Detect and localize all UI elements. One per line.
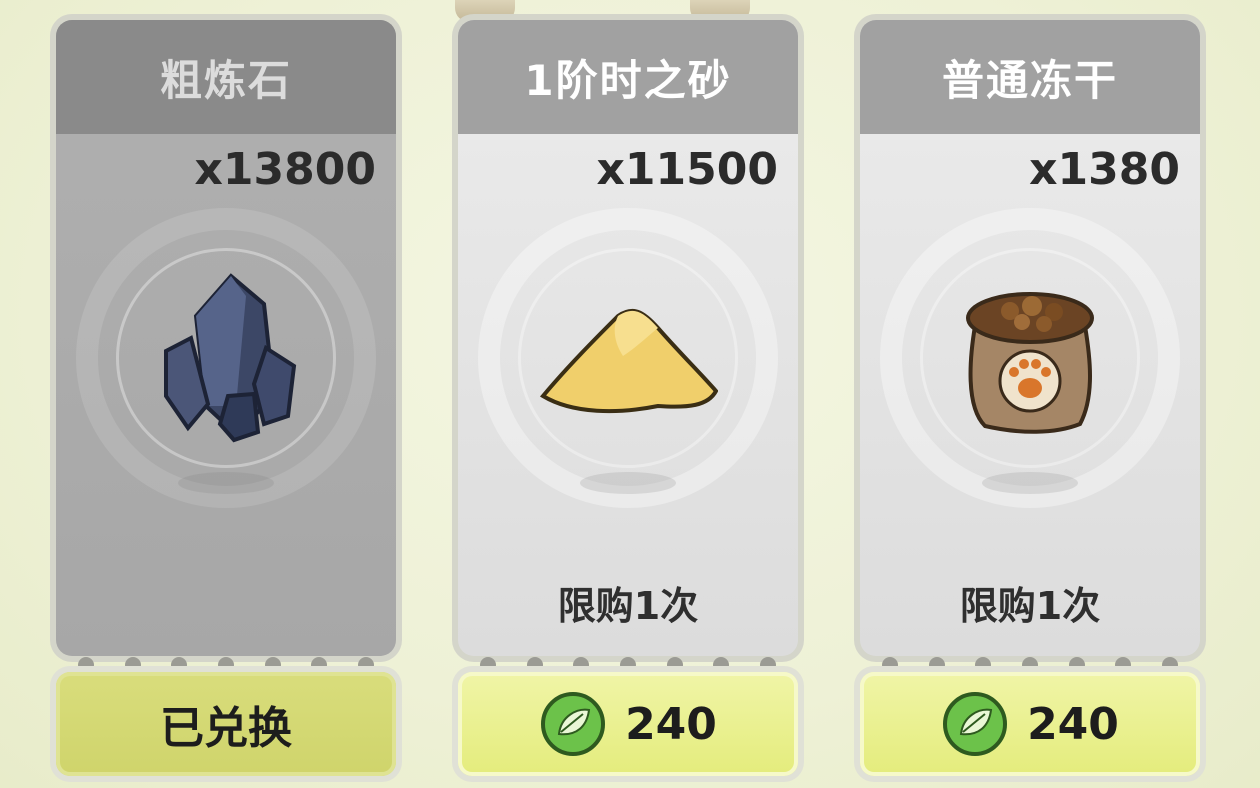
card-frame: 1阶时之砂 x11500 限购1次	[452, 14, 804, 662]
leaf-orb-icon	[541, 692, 606, 756]
card-frame: 普通冻干 x1380 限购1次	[854, 14, 1206, 662]
card-body: 普通冻干 x1380 限购1次	[860, 20, 1200, 656]
item-shadow	[580, 472, 676, 494]
leaf-orb-icon	[943, 692, 1008, 756]
card-body: 粗炼石 x13800	[56, 20, 396, 656]
buy-button[interactable]: 240	[854, 666, 1206, 782]
redeemed-button[interactable]: 已兑换	[50, 666, 402, 782]
sand-pile-icon	[539, 308, 718, 414]
price-value: 240	[1027, 698, 1119, 750]
purchase-limit: 限购1次	[959, 584, 1101, 628]
purchase-limit: 限购1次	[557, 584, 699, 628]
item-shadow	[982, 472, 1078, 494]
card-body: 1阶时之砂 x11500 限购1次	[458, 20, 798, 656]
shop-card-tier1-sand-of-time[interactable]: 1阶时之砂 x11500 限购1次 240	[452, 14, 804, 786]
item-quantity: x1380	[1029, 144, 1180, 195]
buy-button[interactable]: 240	[452, 666, 804, 782]
crystal-stone-icon	[164, 273, 297, 443]
card-frame: 粗炼石 x13800	[50, 14, 402, 662]
item-title: 1阶时之砂	[458, 20, 798, 134]
item-quantity: x11500	[596, 144, 778, 195]
redeemed-label: 已兑换	[160, 703, 292, 754]
shop-card-crude-refining-stone: 粗炼石 x13800 已兑换	[50, 14, 402, 786]
shop-card-regular-freeze-dried[interactable]: 普通冻干 x1380 限购1次 240	[854, 14, 1206, 786]
item-title: 普通冻干	[860, 20, 1200, 134]
item-title: 粗炼石	[56, 20, 396, 134]
price-value: 240	[625, 698, 717, 750]
item-shadow	[178, 472, 274, 494]
item-quantity: x13800	[194, 144, 376, 195]
treat-bag-icon	[966, 292, 1094, 434]
